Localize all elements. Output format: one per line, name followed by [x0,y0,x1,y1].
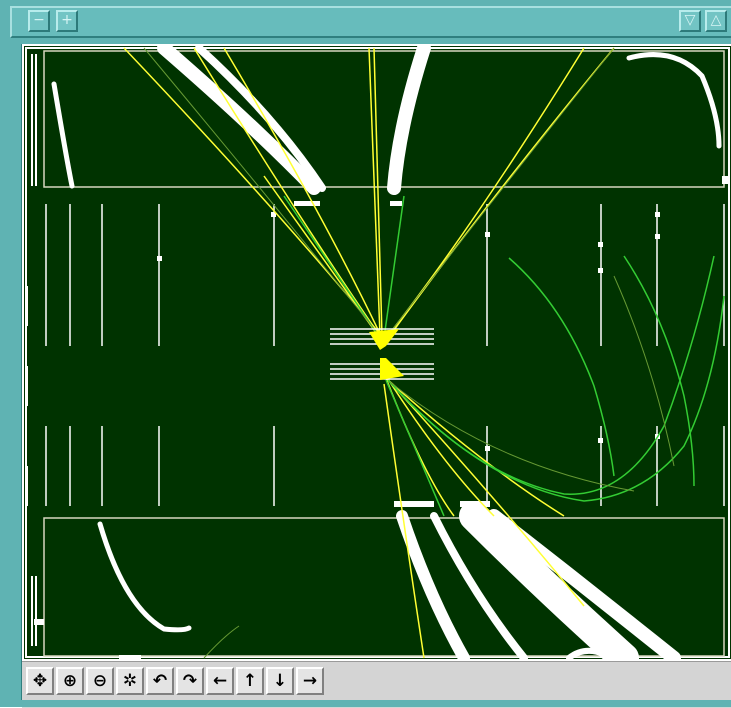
minimize-button[interactable]: − [28,10,50,32]
move-right-button[interactable]: → [296,667,324,695]
zoom-out-button[interactable]: ⊖ [86,667,114,695]
maximize-button[interactable]: + [56,10,78,32]
rotate-left-button[interactable]: ↶ [146,667,174,695]
zoom-in-button[interactable]: ⊕ [56,667,84,695]
move-up-button[interactable]: ↑ [236,667,264,695]
viewer-window: − + ▽ △ ✥ ⊕ ⊖ ✲ ↶ ↷ ← ↑ ↓ → [0,0,731,708]
move-left-button[interactable]: ← [206,667,234,695]
left-frame-border [0,44,22,707]
rotate-right-button[interactable]: ↷ [176,667,204,695]
move-down-button[interactable]: ↓ [266,667,294,695]
title-bar[interactable]: − + ▽ △ [0,0,731,45]
pan-tool-button[interactable]: ✥ [26,667,54,695]
canvas-background [24,46,731,659]
title-bar-inner [10,6,731,38]
bottom-frame-border [0,700,731,707]
event-display-canvas[interactable] [22,44,731,661]
event-display-svg[interactable] [24,46,731,659]
shade-down-button[interactable]: ▽ [679,10,701,32]
reset-view-button[interactable]: ✲ [116,667,144,695]
shade-up-button[interactable]: △ [705,10,727,32]
